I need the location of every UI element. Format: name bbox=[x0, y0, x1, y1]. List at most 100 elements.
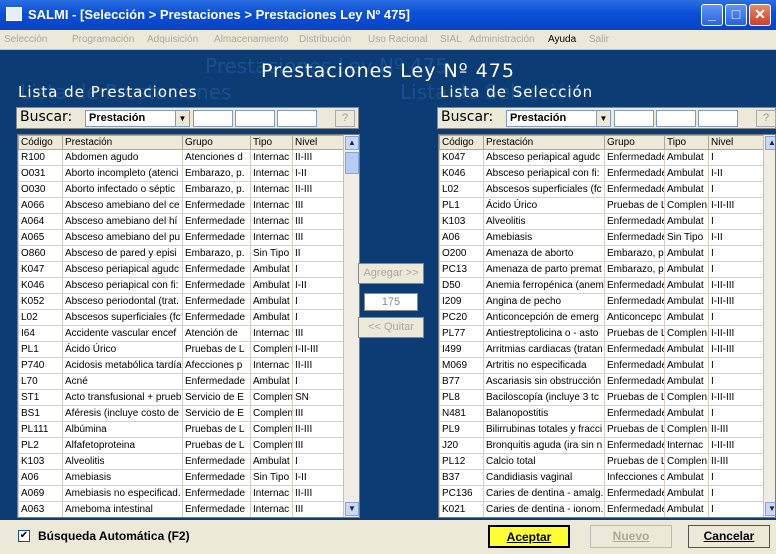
table-row[interactable]: PC20 Anticoncepción de emerg Anticoncepc Am… bbox=[439, 309, 764, 326]
table-cell: I bbox=[708, 373, 764, 390]
table-cell: L02 bbox=[18, 309, 63, 326]
table-row[interactable]: A066 Absceso amebiano del ce Enfermedade In… bbox=[18, 197, 344, 214]
table-row[interactable]: K103 Alveolitis Enfermedade Ambulat I bbox=[18, 453, 344, 470]
column-header[interactable]: Grupo bbox=[604, 135, 665, 150]
left-scrollbar[interactable]: ▲ ▼ bbox=[343, 135, 359, 517]
table-row[interactable]: D50 Anemia ferropénica (anem Enfermedade Am… bbox=[439, 277, 764, 294]
menu-seleccion[interactable]: Selección bbox=[4, 34, 47, 45]
table-cell: Alveolitis bbox=[62, 453, 183, 470]
table-row[interactable]: K047 Absceso periapical agudc Enfermedade A… bbox=[439, 149, 764, 166]
right-search-input-1[interactable] bbox=[614, 110, 654, 127]
table-row[interactable]: PL77 Antiestreptolicina o - asto Pruebas d… bbox=[439, 325, 764, 342]
table-row[interactable]: A064 Absceso amebiano del hí Enfermedade In… bbox=[18, 213, 344, 230]
table-row[interactable]: PC136 Caries de dentina - amalg. Enfermeda… bbox=[439, 485, 764, 502]
right-grid[interactable]: Código Prestación Grupo Tipo Nivel K047 Absce… bbox=[438, 134, 776, 518]
table-row[interactable]: R100 Abdomen agudo Atenciones d Internac II-… bbox=[18, 149, 344, 166]
table-row[interactable]: A063 Ameboma intestinal Enfermedade Interna… bbox=[18, 501, 344, 517]
table-row[interactable]: PL2 Alfafetoproteina Pruebas de L Complen II… bbox=[18, 437, 344, 454]
table-row[interactable]: K047 Absceso periapical agudc Enfermedade A… bbox=[18, 261, 344, 278]
auto-search-checkbox[interactable]: ✔ bbox=[18, 530, 30, 542]
table-row[interactable]: A069 Amebiasis no especificad. Enfermedade… bbox=[18, 485, 344, 502]
table-row[interactable]: N481 Balanopostitis Enfermedade Ambulat I bbox=[439, 405, 764, 422]
table-row[interactable]: O200 Amenaza de aborto Embarazo, p. Ambulat… bbox=[439, 245, 764, 262]
table-row[interactable]: K103 Alveolitis Enfermedade Ambulat I bbox=[439, 213, 764, 230]
menu-sial[interactable]: SIAL bbox=[440, 34, 462, 45]
table-row[interactable]: A06 Amebiasis Enfermedade Sin Tipo I-II bbox=[439, 229, 764, 246]
table-row[interactable]: I64 Accidente vascular encef Atención de In… bbox=[18, 325, 344, 342]
column-header[interactable]: Grupo bbox=[182, 135, 251, 150]
right-search-input-3[interactable] bbox=[698, 110, 738, 127]
menu-programacion[interactable]: Programación bbox=[72, 34, 134, 45]
table-row[interactable]: PL111 Albúmina Pruebas de L Complen II-III bbox=[18, 421, 344, 438]
table-row[interactable]: J20 Bronquitis aguda (ira sin n Enfermedad… bbox=[439, 437, 764, 454]
table-row[interactable]: I499 Arritmias cardiacas (tratan Enfermeda… bbox=[439, 341, 764, 358]
table-row[interactable]: A065 Absceso amebiano del pu Enfermedade In… bbox=[18, 229, 344, 246]
remove-button[interactable]: << Quitar bbox=[358, 317, 424, 338]
scroll-up-icon[interactable]: ▲ bbox=[765, 136, 775, 150]
close-button[interactable]: ✕ bbox=[749, 4, 771, 26]
scroll-down-icon[interactable]: ▼ bbox=[345, 502, 359, 516]
table-row[interactable]: K046 Absceso periapical con fi: Enfermedad… bbox=[439, 165, 764, 182]
table-row[interactable]: PL9 Bilirrubinas totales y fracci Pruebas … bbox=[439, 421, 764, 438]
table-row[interactable]: O860 Absceso de pared y episi Embarazo, p.… bbox=[18, 245, 344, 262]
table-row[interactable]: PL1 Ácido Úrico Pruebas de L Complen I-II-II… bbox=[439, 197, 764, 214]
menu-uso-racional[interactable]: Uso Racional bbox=[368, 34, 427, 45]
table-row[interactable]: M069 Artritis no especificada Enfermedade A… bbox=[439, 357, 764, 374]
left-search-input-1[interactable] bbox=[193, 110, 233, 127]
menu-almacenamiento[interactable]: Almacenamiento bbox=[214, 34, 288, 45]
column-header[interactable]: Nivel bbox=[708, 135, 764, 150]
column-header[interactable]: Código bbox=[439, 135, 484, 150]
table-row[interactable]: K021 Caries de dentina - ionom. Enfermedad… bbox=[439, 501, 764, 517]
column-header[interactable]: Prestación bbox=[62, 135, 183, 150]
right-search-input-2[interactable] bbox=[656, 110, 696, 127]
table-row[interactable]: L70 Acné Enfermedade Ambulat I bbox=[18, 373, 344, 390]
table-row[interactable]: O031 Aborto incompleto (atenci Embarazo, p… bbox=[18, 165, 344, 182]
column-header[interactable]: Código bbox=[18, 135, 63, 150]
right-scrollbar[interactable]: ▲ ▼ bbox=[763, 135, 775, 517]
table-cell: Absceso periapical agudc bbox=[62, 261, 183, 278]
left-scroll-thumb[interactable] bbox=[345, 152, 359, 174]
add-button[interactable]: Agregar >> bbox=[358, 263, 424, 284]
column-header[interactable]: Tipo bbox=[664, 135, 709, 150]
left-search-input-3[interactable] bbox=[277, 110, 317, 127]
column-header[interactable]: Prestación bbox=[483, 135, 605, 150]
table-row[interactable]: O030 Aborto infectado o séptic Embarazo, p… bbox=[18, 181, 344, 198]
menu-distribucion[interactable]: Distribución bbox=[299, 34, 351, 45]
left-grid[interactable]: Código Prestación Grupo Tipo Nivel R100 Abdom… bbox=[17, 134, 360, 518]
table-row[interactable]: L02 Abscesos superficiales (fc Enfermedade… bbox=[18, 309, 344, 326]
left-help-button[interactable]: ? bbox=[335, 110, 355, 127]
table-row[interactable]: I209 Angina de pecho Enfermedade Ambulat I-I… bbox=[439, 293, 764, 310]
menu-salir[interactable]: Salir bbox=[589, 34, 609, 45]
menu-administracion[interactable]: Administración bbox=[469, 34, 535, 45]
minimize-button[interactable]: _ bbox=[701, 4, 723, 26]
maximize-button[interactable]: □ bbox=[725, 4, 747, 26]
accept-button[interactable]: Aceptar bbox=[488, 525, 570, 548]
table-row[interactable]: ST1 Acto transfusional + prueb Servicio de… bbox=[18, 389, 344, 406]
table-row[interactable]: L02 Abscesos superficiales (fc Enfermedade… bbox=[439, 181, 764, 198]
scroll-up-icon[interactable]: ▲ bbox=[345, 136, 359, 150]
table-row[interactable]: P740 Acidosis metabólica tardía Afecciones… bbox=[18, 357, 344, 374]
right-search-field-select[interactable]: Prestación ▼ bbox=[506, 110, 611, 127]
table-row[interactable]: PL1 Ácido Úrico Pruebas de L Complen I-II-II… bbox=[18, 341, 344, 358]
table-row[interactable]: BS1 Aféresis (incluye costo de Servicio de… bbox=[18, 405, 344, 422]
right-help-button[interactable]: ? bbox=[756, 110, 776, 127]
table-row[interactable]: B37 Candidiasis vaginal Infecciones c Ambul… bbox=[439, 469, 764, 486]
table-cell: Enfermedade bbox=[604, 501, 665, 517]
table-row[interactable]: PL12 Calcio total Pruebas de L Complen II-II… bbox=[439, 453, 764, 470]
menu-adquisicion[interactable]: Adquisición bbox=[147, 34, 198, 45]
new-button[interactable]: Nuevo bbox=[590, 525, 672, 548]
table-row[interactable]: A06 Amebiasis Enfermedade Sin Tipo I-II bbox=[18, 469, 344, 486]
cancel-button[interactable]: Cancelar bbox=[688, 525, 770, 548]
table-row[interactable]: B77 Ascariasis sin obstrucción Enfermedade… bbox=[439, 373, 764, 390]
table-cell: K046 bbox=[439, 165, 484, 182]
table-row[interactable]: K046 Absceso periapical con fi: Enfermedad… bbox=[18, 277, 344, 294]
column-header[interactable]: Nivel bbox=[292, 135, 344, 150]
scroll-down-icon[interactable]: ▼ bbox=[765, 502, 775, 516]
table-row[interactable]: PC13 Amenaza de parto premat Embarazo, p. A… bbox=[439, 261, 764, 278]
menu-ayuda[interactable]: Ayuda bbox=[548, 34, 576, 45]
table-row[interactable]: PL8 Baciloscopía (incluye 3 tc Pruebas de … bbox=[439, 389, 764, 406]
left-search-field-select[interactable]: Prestación ▼ bbox=[85, 110, 190, 127]
left-search-input-2[interactable] bbox=[235, 110, 275, 127]
column-header[interactable]: Tipo bbox=[250, 135, 293, 150]
table-row[interactable]: K052 Absceso periodontal (trat. Enfermedad… bbox=[18, 293, 344, 310]
